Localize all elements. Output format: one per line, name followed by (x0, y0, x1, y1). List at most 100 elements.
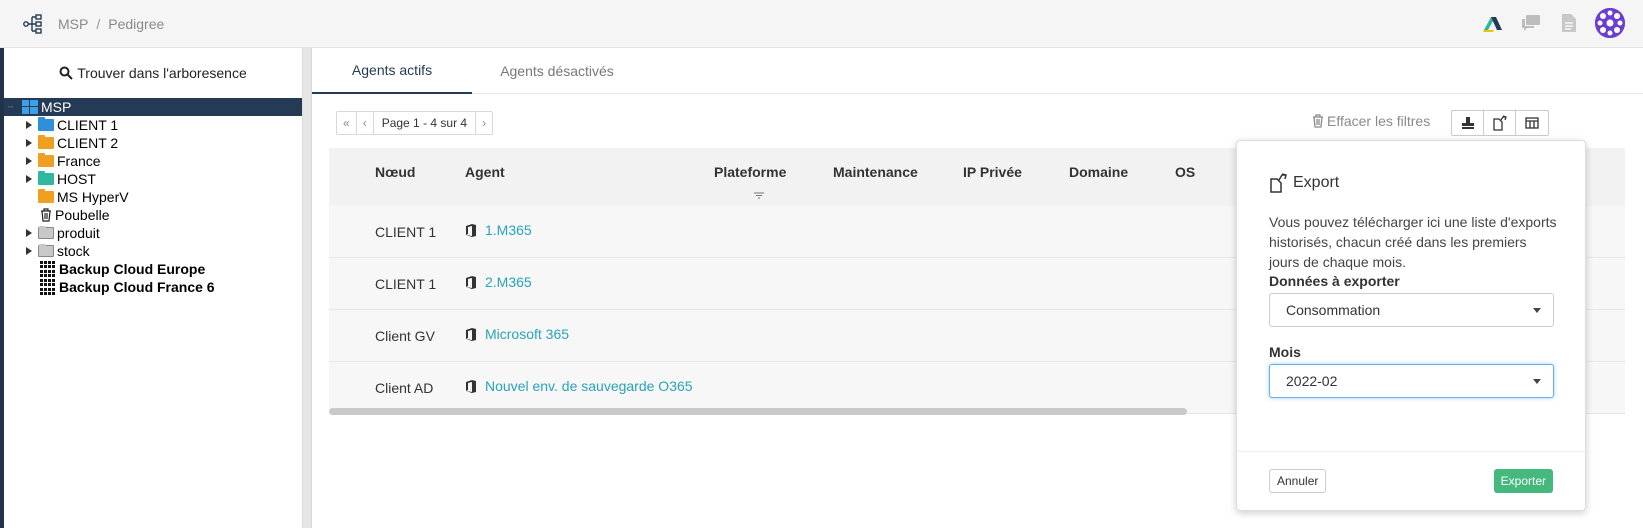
columns-button[interactable] (1516, 111, 1548, 135)
folder-icon (38, 226, 54, 239)
export-title: Export (1269, 173, 1339, 193)
user-avatar-icon[interactable] (1595, 8, 1625, 38)
office-icon (466, 275, 476, 289)
breadcrumb-separator: / (96, 15, 101, 32)
column-header-noeud[interactable]: Nœud (375, 164, 415, 180)
tree-item-ms-hyperv[interactable]: MS HyperV (4, 188, 302, 206)
column-header-os[interactable]: OS (1175, 164, 1195, 180)
column-header-ip-privee[interactable]: IP Privée (963, 164, 1022, 180)
cell-node: CLIENT 1 (375, 224, 437, 240)
filter-icon[interactable] (754, 186, 764, 202)
folder-icon (38, 153, 54, 167)
expand-arrow-icon[interactable] (24, 138, 34, 148)
agent-link[interactable]: Nouvel env. de sauvegarde O365 (485, 378, 693, 394)
top-bar: MSP / Pedigree (0, 0, 1643, 48)
column-header-agent[interactable]: Agent (465, 164, 505, 180)
tab-agents-desactives[interactable]: Agents désactivés (472, 48, 642, 94)
pager-next-button[interactable]: › (476, 112, 492, 134)
tree-item-label: MS HyperV (57, 189, 129, 205)
tree-logo-icon[interactable] (18, 9, 48, 39)
popover-divider (1237, 451, 1585, 452)
month-select[interactable]: 2022-02 (1269, 364, 1554, 398)
tree-item-client-2[interactable]: CLIENT 2 (4, 134, 302, 152)
export-submit-button[interactable]: Exporter (1493, 469, 1553, 493)
tree-item-label: Poubelle (55, 207, 110, 223)
column-header-domaine[interactable]: Domaine (1069, 164, 1128, 180)
sidebar-splitter[interactable] (303, 48, 312, 528)
tree-item-backup-cloud-france-6[interactable]: Backup Cloud France 6 (4, 278, 302, 296)
column-header-maintenance[interactable]: Maintenance (833, 164, 918, 180)
columns-icon (1525, 117, 1539, 129)
agent-link[interactable]: Microsoft 365 (485, 326, 569, 342)
folder-icon (38, 189, 54, 203)
horizontal-scrollbar[interactable] (329, 408, 1187, 415)
stamp-button[interactable] (1452, 111, 1484, 135)
document-icon[interactable] (1557, 11, 1581, 35)
tree: ┈ MSP CLIENT 1 CLIENT 2 France HOST MS H… (4, 98, 302, 296)
expand-arrow-icon[interactable] (24, 156, 34, 166)
expand-arrow-icon[interactable] (24, 120, 34, 130)
tree-item-host[interactable]: HOST (4, 170, 302, 188)
stamp-icon (1461, 117, 1474, 129)
search-icon (59, 66, 73, 80)
agent-link[interactable]: 2.M365 (485, 274, 532, 290)
folder-icon (38, 171, 54, 185)
tree-item-poubelle[interactable]: Poubelle (4, 206, 302, 224)
trash-icon (1313, 114, 1323, 128)
toolbar (1451, 110, 1549, 136)
sidebar: Trouver dans l'arboresence ┈ MSP CLIENT … (4, 48, 303, 528)
pager-info: Page 1 - 4 sur 4 (374, 112, 477, 134)
office-icon (466, 223, 476, 237)
export-description: Vous pouvez télécharger ici une liste d'… (1269, 214, 1557, 270)
cell-node: CLIENT 1 (375, 276, 437, 292)
export-title-label: Export (1293, 174, 1340, 191)
trash-icon (41, 208, 51, 222)
breadcrumb: MSP / Pedigree (58, 16, 164, 32)
acronis-logo-icon[interactable] (1481, 11, 1505, 35)
pager-first-button[interactable]: « (337, 112, 357, 134)
tree-dots-icon: ┈ (8, 101, 14, 112)
export-popover: Export Vous pouvez télécharger ici une l… (1236, 140, 1586, 511)
tree-item-produit[interactable]: produit (4, 224, 302, 242)
cancel-button[interactable]: Annuler (1269, 469, 1327, 493)
tab-agents-actifs[interactable]: Agents actifs (312, 48, 472, 94)
data-to-export-select[interactable]: Consommation (1269, 293, 1554, 327)
tree-item-label: MSP (41, 99, 72, 115)
expand-arrow-icon[interactable] (24, 228, 34, 238)
tree-item-label: France (57, 153, 101, 169)
folder-icon (38, 135, 54, 149)
agent-link[interactable]: 1.M365 (485, 222, 532, 238)
windows-icon (22, 100, 38, 114)
tree-item-stock[interactable]: stock (4, 242, 302, 260)
export-icon (1270, 173, 1287, 193)
expand-arrow-icon[interactable] (24, 246, 34, 256)
folder-icon (38, 117, 54, 131)
expand-arrow-icon[interactable] (24, 174, 34, 184)
clear-filters-button[interactable]: Effacer les filtres (1312, 113, 1430, 129)
grid-icon (40, 261, 56, 277)
tree-item-label: Backup Cloud Europe (59, 261, 206, 277)
breadcrumb-root[interactable]: MSP (58, 16, 88, 32)
office-icon (466, 327, 476, 341)
month-value: 2022-02 (1286, 373, 1338, 389)
clear-filters-label: Effacer les filtres (1327, 113, 1431, 129)
tree-item-label: HOST (57, 171, 96, 187)
tree-item-backup-cloud-europe[interactable]: Backup Cloud Europe (4, 260, 302, 278)
month-label: Mois (1269, 344, 1301, 360)
tree-item-msp[interactable]: ┈ MSP (4, 98, 302, 116)
cell-node: Client GV (375, 328, 435, 344)
chat-icon[interactable] (1519, 11, 1543, 35)
tabs: Agents actifs Agents désactivés (312, 48, 1643, 94)
column-header-plateforme[interactable]: Plateforme (714, 164, 786, 180)
tree-item-label: Backup Cloud France 6 (59, 279, 215, 295)
pager-prev-button[interactable]: ‹ (357, 112, 374, 134)
tree-item-label: CLIENT 2 (57, 135, 119, 151)
breadcrumb-current: Pedigree (108, 15, 165, 32)
tree-item-france[interactable]: France (4, 152, 302, 170)
tree-item-label: stock (57, 243, 90, 259)
tree-item-label: produit (57, 225, 100, 241)
export-button[interactable] (1484, 111, 1516, 135)
tree-item-client-1[interactable]: CLIENT 1 (4, 116, 302, 134)
tree-search-button[interactable]: Trouver dans l'arboresence (4, 48, 302, 98)
data-to-export-value: Consommation (1286, 302, 1381, 318)
